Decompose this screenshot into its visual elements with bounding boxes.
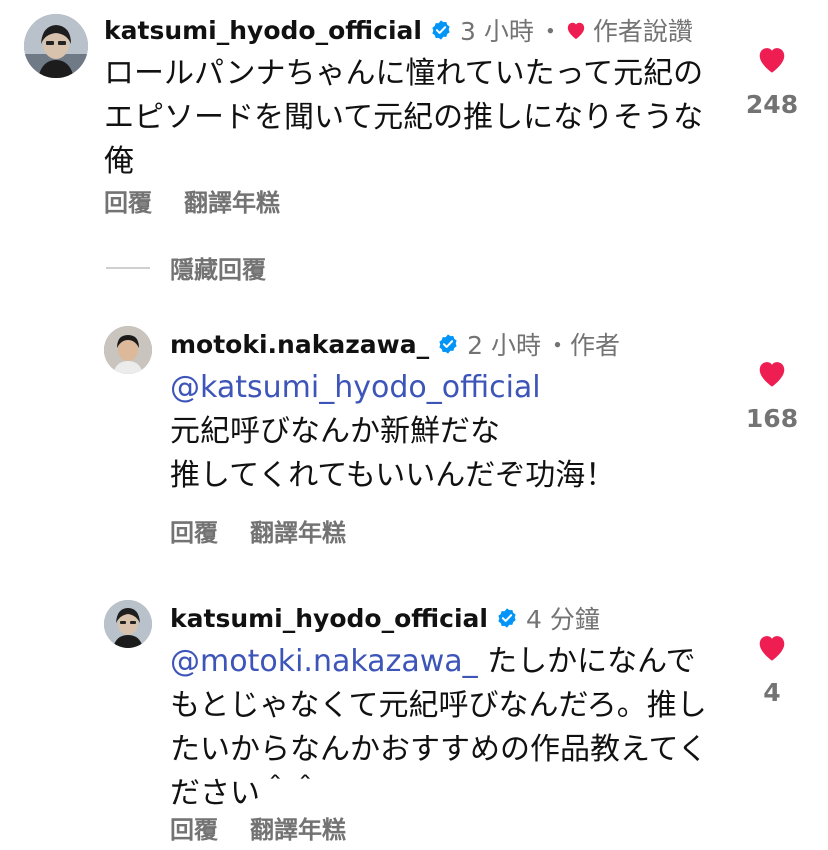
author-label: 作者 — [569, 331, 620, 360]
timestamp: 2 小時 — [467, 331, 541, 360]
hide-replies-button[interactable]: 隱藏回覆 — [106, 250, 266, 285]
mention-link[interactable]: @katsumi_hyodo_official — [170, 366, 730, 410]
avatar[interactable] — [104, 600, 152, 648]
like-column: 248 — [732, 44, 812, 119]
like-heart-icon[interactable] — [755, 44, 789, 74]
username[interactable]: katsumi_hyodo_official — [104, 16, 422, 45]
translate-button[interactable]: 翻譯年糕 — [184, 183, 280, 218]
comment-actions: 回覆 翻譯年糕 — [170, 810, 346, 845]
author-liked-heart-icon — [567, 22, 585, 40]
like-heart-icon[interactable] — [755, 358, 789, 388]
reply-button[interactable]: 回覆 — [104, 183, 152, 218]
translate-button[interactable]: 翻譯年糕 — [250, 810, 346, 845]
avatar[interactable] — [24, 14, 88, 78]
reply-button[interactable]: 回覆 — [170, 810, 218, 845]
like-count: 248 — [745, 90, 799, 119]
author-liked-label: 作者說讚 — [592, 17, 693, 46]
separator: ・ — [544, 331, 570, 360]
translate-button[interactable]: 翻譯年糕 — [250, 513, 346, 548]
divider — [106, 266, 150, 269]
separator: ・ — [537, 17, 563, 46]
comment-actions: 回覆 翻譯年糕 — [170, 513, 346, 548]
like-count: 4 — [763, 678, 781, 707]
comment-body: @katsumi_hyodo_official 元紀呼びなんか新鮮だな 推してく… — [170, 366, 730, 498]
comment-text: ロールパンナちゃんに憧れていたって元紀のエピソードを聞いて元紀の推しになりそうな… — [104, 56, 704, 179]
comment-text-line: 推してくれてもいいんだぞ功海！ — [170, 458, 616, 493]
like-column: 168 — [732, 358, 812, 433]
username[interactable]: motoki.nakazawa_ — [170, 330, 429, 359]
reply-button[interactable]: 回覆 — [170, 513, 218, 548]
username[interactable]: katsumi_hyodo_official — [170, 604, 488, 633]
timestamp: 4 分鐘 — [525, 605, 600, 634]
like-column: 4 — [732, 632, 812, 707]
comment-actions: 回覆 翻譯年糕 — [104, 183, 280, 218]
verified-badge-icon — [439, 334, 457, 354]
verified-badge-icon — [432, 20, 450, 40]
comment-body: @motoki.nakazawa_ たしかになんでもとじゃなくて元紀呼びなんだろ… — [170, 640, 720, 816]
like-count: 168 — [745, 404, 799, 433]
like-heart-icon[interactable] — [755, 632, 789, 662]
mention-link[interactable]: @motoki.nakazawa_ — [170, 644, 478, 679]
comment-text-line: 元紀呼びなんか新鮮だな — [170, 414, 500, 449]
timestamp: 3 小時 — [459, 17, 534, 46]
verified-badge-icon — [498, 608, 516, 628]
avatar[interactable] — [104, 326, 152, 374]
hide-replies-label: 隱藏回覆 — [170, 256, 266, 284]
